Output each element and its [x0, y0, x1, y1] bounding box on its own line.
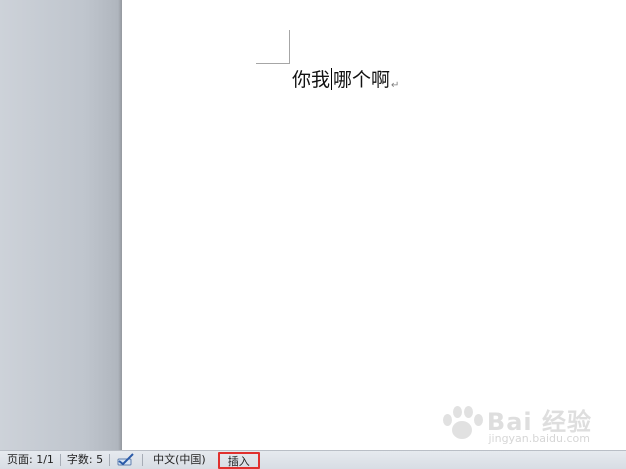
paw-icon [439, 404, 483, 440]
text-caret [331, 68, 333, 90]
margin-corner-mark-horizontal [256, 63, 290, 64]
text-after-caret: 哪个啊 [333, 69, 391, 91]
language-indicator[interactable]: 中文(中国) [143, 451, 214, 469]
text-before-caret: 你我 [292, 69, 331, 91]
paragraph-mark-icon: ↵ [391, 80, 400, 91]
status-bar: 页面: 1/1 字数: 5 中文(中国) 插入 [0, 450, 626, 469]
word-window: 你我 哪个啊↵ Bai 经验 jingyan.baidu.com 页面: 1/1 … [0, 0, 626, 469]
insert-mode-indicator[interactable]: 插入 [217, 451, 260, 469]
proofing-check-icon [117, 453, 134, 466]
document-page[interactable]: 你我 哪个啊↵ Bai 经验 jingyan.baidu.com [122, 0, 626, 450]
word-count-indicator[interactable]: 字数: 5 [61, 451, 109, 469]
page-count-indicator[interactable]: 页面: 1/1 [0, 451, 60, 469]
watermark-text: Bai 经验 [486, 408, 592, 436]
workspace-background [0, 0, 122, 450]
document-paragraph[interactable]: 你我 哪个啊↵ [292, 68, 399, 92]
margin-corner-mark-vertical [289, 30, 290, 64]
watermark-subtext: jingyan.baidu.com [488, 432, 590, 445]
proofing-button[interactable] [110, 451, 142, 469]
